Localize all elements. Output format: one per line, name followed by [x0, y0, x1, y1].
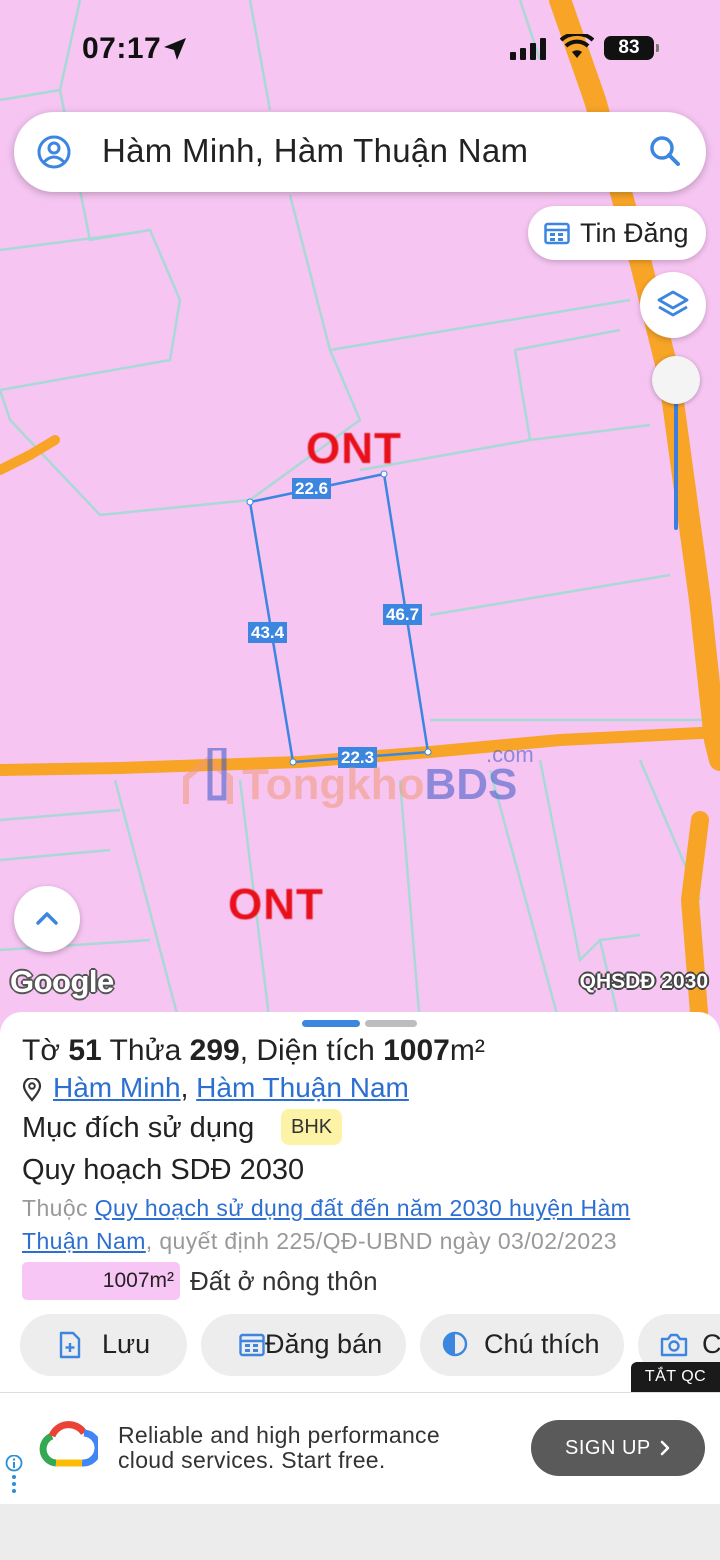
expand-up-button[interactable] — [14, 886, 80, 952]
legend-swatch: 1007m² — [22, 1262, 180, 1300]
lot-label: Thửa — [109, 1034, 182, 1067]
dimension-top: 22.6 — [292, 478, 332, 499]
plan-title: Quy hoạch SDĐ 2030 — [22, 1154, 305, 1186]
google-cloud-logo-icon — [39, 1421, 98, 1467]
map-pin-icon — [22, 1078, 42, 1102]
bottom-safe-area — [0, 1504, 720, 1560]
sheet-label: Tờ — [22, 1034, 60, 1067]
zone-label-top: ONT — [306, 424, 402, 473]
plan-prefix: Thuộc — [22, 1195, 95, 1221]
sign-up-label: SIGN UP — [565, 1437, 651, 1459]
battery-indicator: 83 — [604, 36, 659, 60]
area-unit: m² — [449, 1034, 485, 1067]
area-value: 1007 — [383, 1034, 450, 1067]
layers-button[interactable] — [640, 272, 706, 338]
ad-text: Reliable and high performance cloud serv… — [118, 1423, 440, 1473]
parcel-title: Tờ 51 Thửa 299, Diện tích 1007m² — [22, 1034, 485, 1068]
land-use-purpose-label: Mục đích sử dụng — [22, 1112, 255, 1144]
area-label: , Diện tích — [239, 1034, 375, 1067]
lot-number: 299 — [189, 1034, 240, 1067]
post-sale-label: Đăng bán — [265, 1329, 383, 1359]
location-arrow-icon — [164, 38, 186, 60]
save-file-icon — [59, 1331, 81, 1359]
sign-up-button[interactable]: SIGN UP — [531, 1420, 705, 1476]
ad-info-icon[interactable] — [4, 1455, 24, 1495]
contrast-icon — [442, 1331, 468, 1357]
opacity-slider-track[interactable] — [674, 400, 678, 530]
plan-decision: , quyết định 225/QĐ-UBND ngày 03/02/2023 — [145, 1228, 617, 1254]
plan-description: Thuộc Quy hoạch sử dụng đất đến năm 2030… — [22, 1192, 702, 1258]
opacity-slider-handle[interactable] — [652, 356, 700, 404]
post-sale-button[interactable]: Đăng bán — [201, 1314, 406, 1376]
zone-label-bottom: ONT — [228, 880, 324, 929]
dimension-right: 46.7 — [383, 604, 423, 625]
close-ad-button[interactable]: TẮT QC — [631, 1362, 720, 1392]
layers-icon — [657, 290, 689, 317]
chevron-up-icon — [36, 912, 58, 925]
save-button[interactable]: Lưu — [20, 1314, 187, 1376]
chevron-right-icon — [660, 1440, 670, 1456]
action-bar: Lưu Đăng bán Chú thích C — [0, 1314, 720, 1376]
camera-label: C — [702, 1329, 720, 1359]
land-use-code-badge: BHK — [281, 1109, 343, 1145]
commune-link[interactable]: Hàm Minh — [53, 1072, 181, 1103]
sheet-handle-active[interactable] — [302, 1020, 360, 1027]
map-layer-label: QHSDĐ 2030 — [579, 970, 708, 993]
calendar-icon — [544, 222, 570, 245]
status-bar: 07:17 83 — [0, 0, 720, 100]
watermark-text: TongkhoBDS — [242, 760, 517, 810]
ad-banner[interactable]: Reliable and high performance cloud serv… — [0, 1392, 720, 1504]
watermark-suffix: .com — [486, 742, 534, 767]
search-icon[interactable] — [648, 134, 682, 168]
cellular-signal-icon — [510, 38, 546, 60]
camera-icon — [660, 1333, 688, 1357]
house-logo-icon — [183, 748, 233, 804]
ad-line-1: Reliable and high performance — [118, 1422, 440, 1448]
status-time: 07:17 — [82, 32, 162, 65]
save-label: Lưu — [102, 1329, 151, 1359]
legend-label: Đất ở nông thôn — [190, 1266, 378, 1296]
dimension-left: 43.4 — [248, 622, 288, 643]
search-bar[interactable]: Hàm Minh, Hàm Thuận Nam — [14, 112, 706, 192]
listings-button[interactable]: Tin Đăng — [528, 206, 706, 260]
sheet-number: 51 — [68, 1034, 102, 1067]
wifi-icon — [560, 34, 594, 58]
ad-line-2: cloud services. Start free. — [118, 1447, 386, 1473]
calendar-icon — [239, 1333, 265, 1357]
legend-button[interactable]: Chú thích — [420, 1314, 624, 1376]
listings-label: Tin Đăng — [580, 218, 689, 248]
watermark-brand-a: Tongkho — [242, 760, 425, 809]
sheet-handle-inactive[interactable] — [365, 1020, 417, 1027]
parcel-info-sheet[interactable]: Tờ 51 Thửa 299, Diện tích 1007m² Hàm Min… — [0, 1012, 720, 1392]
district-link[interactable]: Hàm Thuận Nam — [196, 1072, 409, 1103]
legend-button-label: Chú thích — [484, 1329, 600, 1359]
user-account-icon[interactable] — [36, 134, 72, 170]
search-input[interactable]: Hàm Minh, Hàm Thuận Nam — [102, 132, 528, 170]
google-logo: Google — [10, 964, 114, 999]
